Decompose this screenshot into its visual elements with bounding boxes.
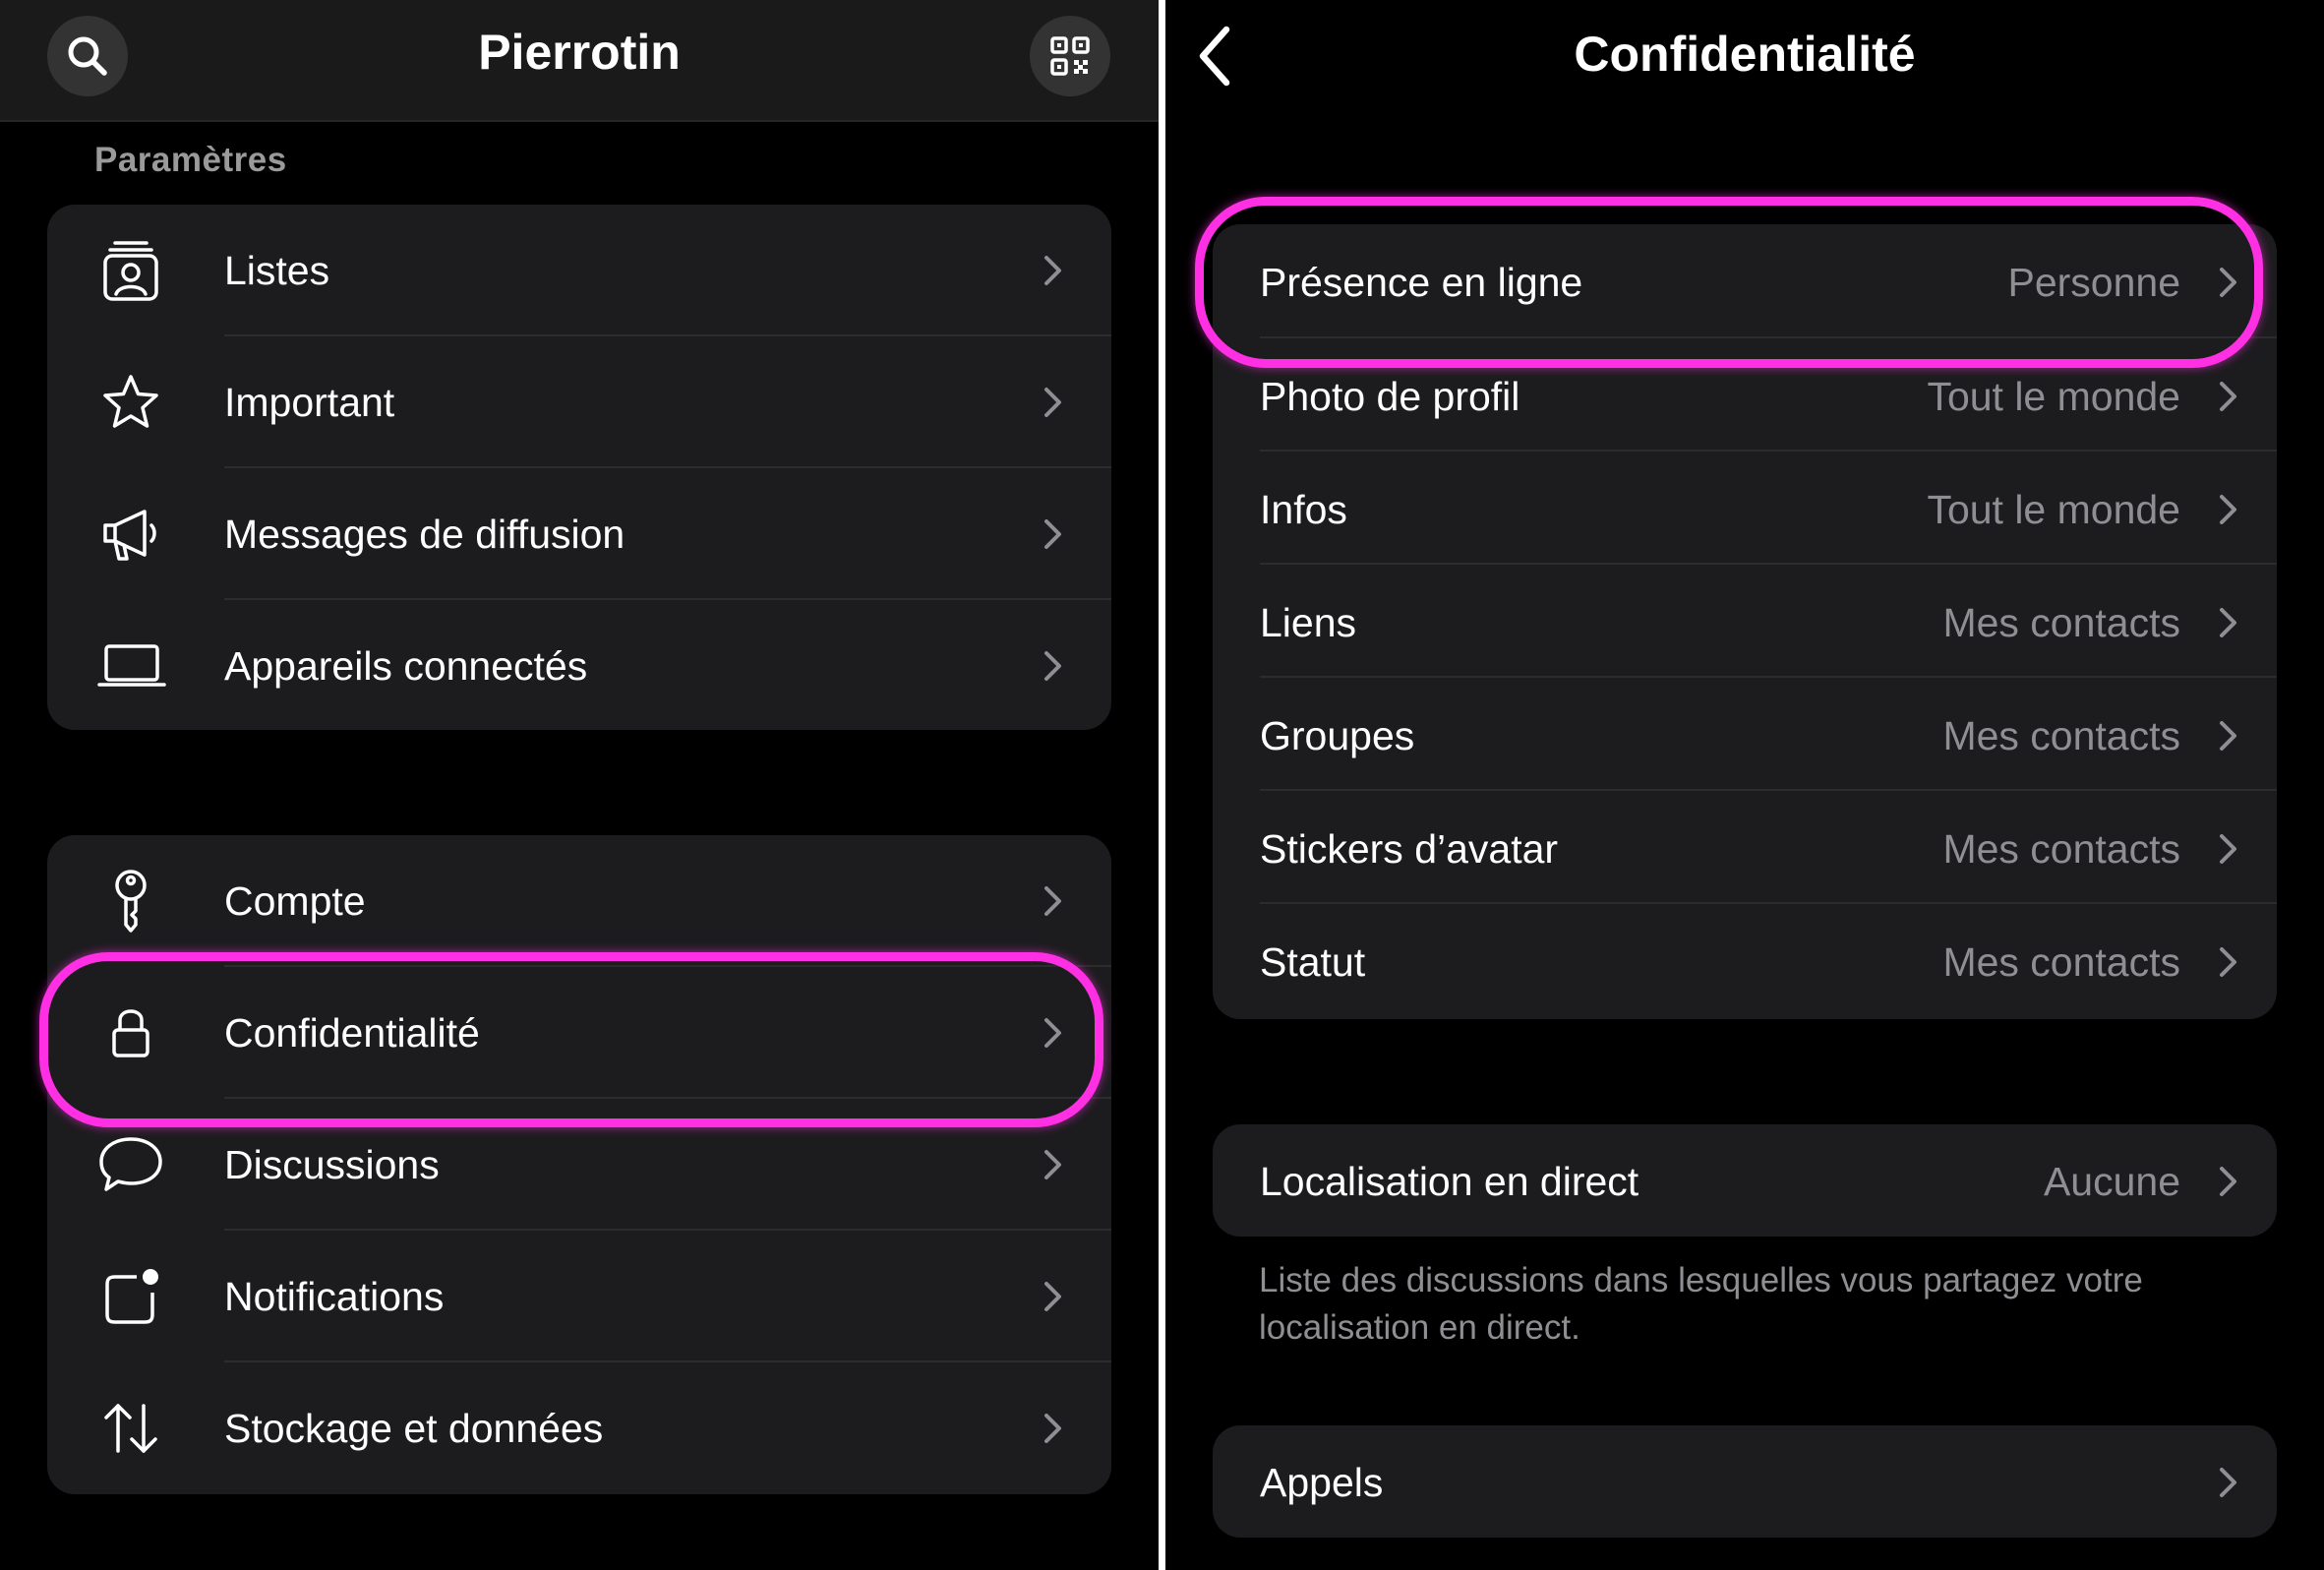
chevron-right-icon (2220, 834, 2236, 864)
chevron-right-icon (1044, 519, 1061, 549)
settings-item-label: Compte (224, 878, 366, 924)
chevron-right-icon (2220, 721, 2236, 751)
privacy-group-1: Présence en ligne Personne Photo de prof… (1213, 224, 2277, 1019)
privacy-item-label: Localisation en direct (1260, 1159, 1639, 1204)
chevron-right-icon (2220, 495, 2236, 524)
settings-group-1: Listes Important Messages de diffusion A… (47, 205, 1111, 730)
chevron-right-icon (1044, 651, 1061, 681)
star-icon (98, 370, 163, 435)
settings-item-label: Stockage et données (224, 1406, 604, 1451)
chevron-right-icon (2220, 1468, 2236, 1497)
settings-item-important[interactable]: Important (47, 336, 1111, 468)
privacy-item-links[interactable]: Liens Mes contacts (1213, 565, 2277, 678)
privacy-item-label: Stickers d’avatar (1260, 826, 1559, 872)
contact-lists-icon (98, 238, 163, 303)
live-location-footnote: Liste des discussions dans lesquelles vo… (1259, 1261, 2143, 1347)
privacy-item-label: Photo de profil (1260, 374, 1520, 419)
lock-icon (98, 998, 163, 1067)
settings-item-listes[interactable]: Listes (47, 205, 1111, 336)
settings-item-label: Appareils connectés (224, 643, 588, 689)
privacy-panel: Confidentialité Présence en ligne Person… (1165, 0, 2324, 1570)
key-icon (98, 867, 163, 936)
settings-item-label: Confidentialité (224, 1010, 480, 1056)
laptop-icon (96, 634, 167, 698)
settings-item-notifications[interactable]: Notifications (47, 1231, 1111, 1362)
privacy-item-calls[interactable]: Appels (1213, 1425, 2277, 1538)
chevron-right-icon (1044, 1414, 1061, 1443)
up-down-arrows-icon (96, 1394, 165, 1463)
settings-panel: Pierrotin Paramètres Listes Important Me… (0, 0, 1159, 1570)
chevron-right-icon (1044, 1018, 1061, 1048)
page-title: Confidentialité (1574, 27, 1916, 82)
chevron-right-icon (2220, 268, 2236, 297)
privacy-item-value: Mes contacts (1942, 600, 2180, 645)
settings-item-linked-devices[interactable]: Appareils connectés (47, 600, 1111, 730)
privacy-group-live-location: Localisation en direct Aucune (1213, 1124, 2277, 1237)
settings-header: Pierrotin (0, 0, 1159, 122)
privacy-item-value: Mes contacts (1942, 826, 2180, 872)
settings-item-label: Messages de diffusion (224, 512, 626, 557)
chevron-right-icon (1044, 388, 1061, 417)
settings-item-chats[interactable]: Discussions (47, 1099, 1111, 1231)
privacy-item-label: Appels (1260, 1460, 1384, 1505)
privacy-item-online-presence[interactable]: Présence en ligne Personne (1213, 224, 2277, 338)
notification-badge-icon (98, 1262, 163, 1331)
chevron-right-icon (1044, 256, 1061, 285)
privacy-item-avatar-stickers[interactable]: Stickers d’avatar Mes contacts (1213, 791, 2277, 904)
chevron-right-icon (1044, 886, 1061, 916)
qr-code-button[interactable] (1030, 16, 1110, 96)
chevron-right-icon (2220, 947, 2236, 977)
privacy-item-label: Liens (1260, 600, 1357, 645)
privacy-item-value: Tout le monde (1927, 487, 2180, 532)
qr-code-icon (1049, 35, 1091, 77)
privacy-item-live-location[interactable]: Localisation en direct Aucune (1213, 1124, 2277, 1237)
privacy-item-about[interactable]: Infos Tout le monde (1213, 452, 2277, 565)
privacy-item-value: Aucune (2043, 1159, 2180, 1204)
privacy-item-value: Personne (2007, 260, 2180, 305)
megaphone-icon (98, 502, 163, 567)
privacy-item-value: Mes contacts (1942, 939, 2180, 985)
settings-item-privacy[interactable]: Confidentialité (47, 967, 1111, 1099)
privacy-item-profile-photo[interactable]: Photo de profil Tout le monde (1213, 338, 2277, 452)
privacy-item-value: Mes contacts (1942, 713, 2180, 758)
chevron-right-icon (2220, 382, 2236, 411)
privacy-item-groups[interactable]: Groupes Mes contacts (1213, 678, 2277, 791)
privacy-item-label: Infos (1260, 487, 1347, 532)
settings-item-label: Discussions (224, 1142, 440, 1187)
settings-item-label: Listes (224, 248, 330, 293)
settings-item-label: Important (224, 380, 395, 425)
privacy-item-label: Présence en ligne (1260, 260, 1583, 305)
chevron-right-icon (2220, 1167, 2236, 1196)
privacy-item-value: Tout le monde (1927, 374, 2180, 419)
settings-item-label: Notifications (224, 1274, 445, 1319)
settings-item-account[interactable]: Compte (47, 835, 1111, 967)
section-label: Paramètres (94, 141, 287, 179)
privacy-item-status[interactable]: Statut Mes contacts (1213, 904, 2277, 1019)
chat-bubble-icon (96, 1130, 165, 1199)
privacy-item-label: Groupes (1260, 713, 1415, 758)
panel-divider (1159, 0, 1165, 1570)
settings-item-storage[interactable]: Stockage et données (47, 1362, 1111, 1494)
settings-group-2: Compte Confidentialité Discussions Notif… (47, 835, 1111, 1494)
privacy-item-label: Statut (1260, 939, 1366, 985)
settings-item-broadcast[interactable]: Messages de diffusion (47, 468, 1111, 600)
chevron-right-icon (1044, 1150, 1061, 1179)
app-title: Pierrotin (478, 25, 681, 80)
chevron-right-icon (2220, 608, 2236, 637)
privacy-group-calls: Appels (1213, 1425, 2277, 1538)
chevron-right-icon (1044, 1282, 1061, 1311)
